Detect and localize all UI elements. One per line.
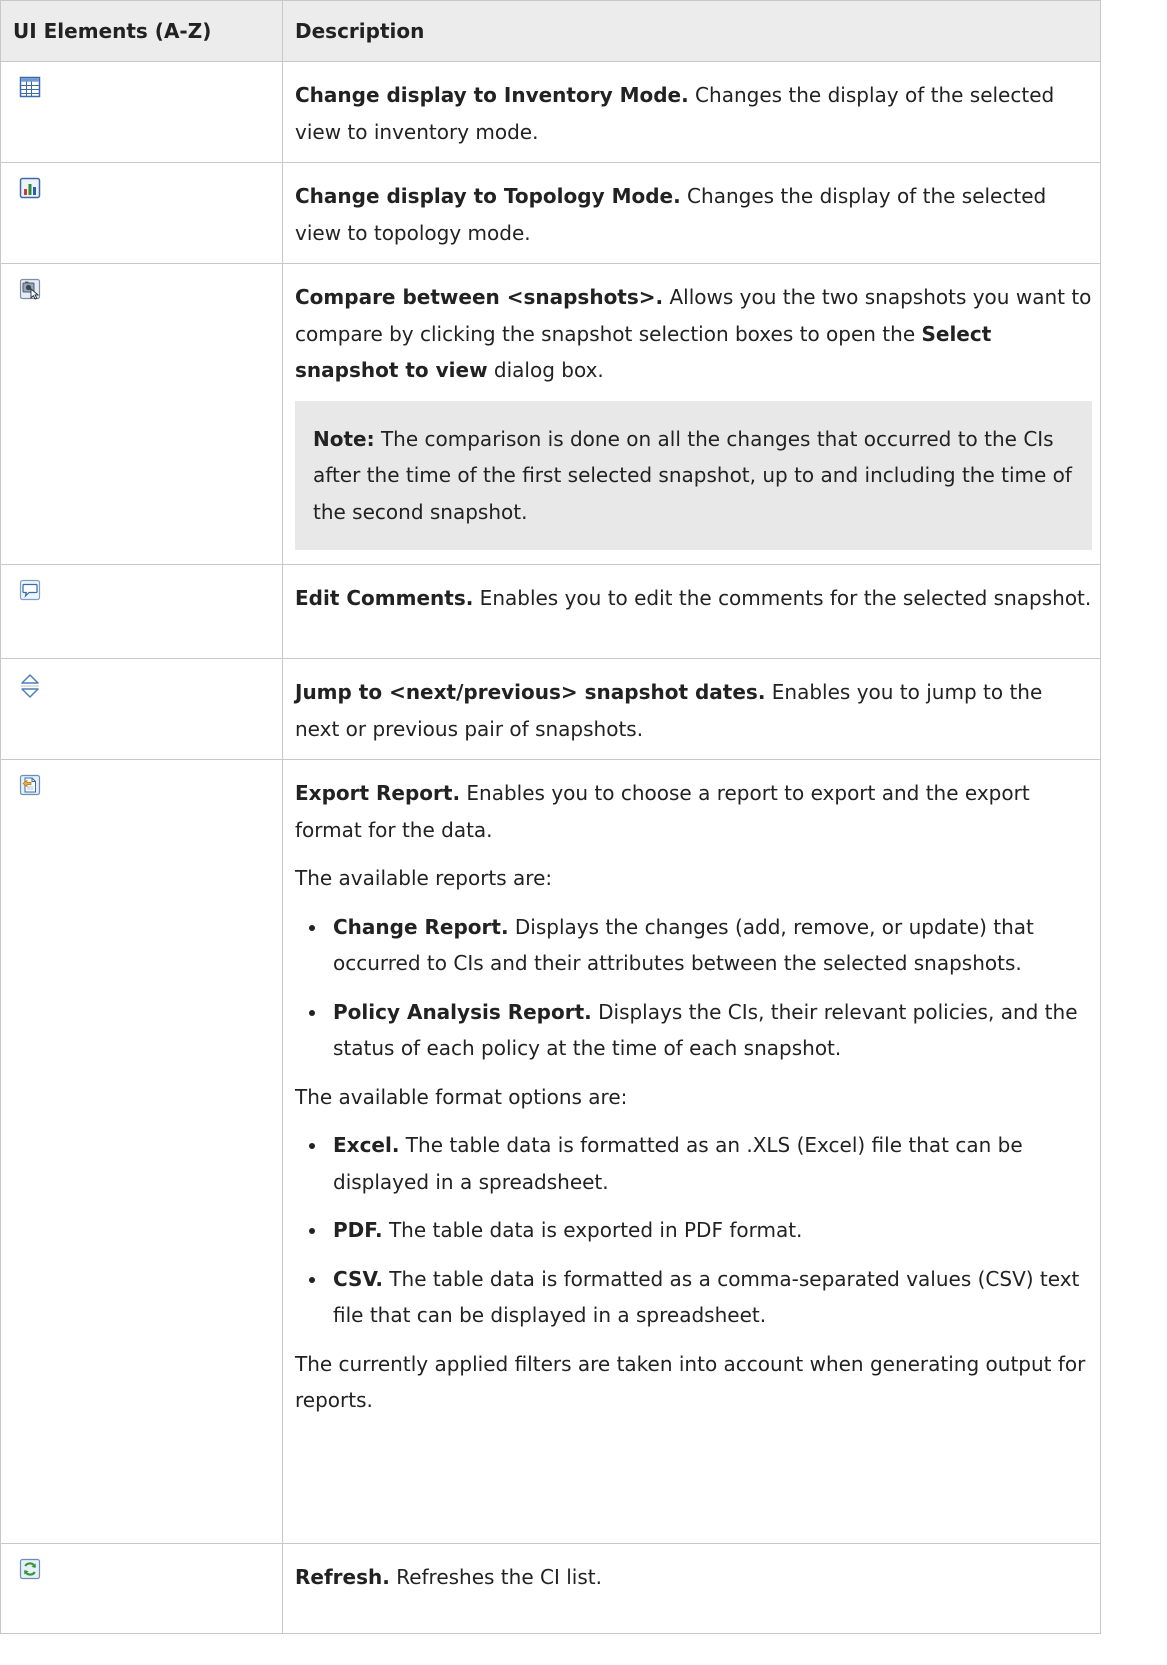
list-item-text: The table data is exported in PDF format… — [382, 1218, 803, 1242]
icon-cell — [0, 162, 283, 264]
closing-paragraph: The currently applied filters are taken … — [295, 1351, 1086, 1413]
table-row: Export Report. Enables you to choose a r… — [0, 759, 1101, 1544]
element-description: Refreshes the CI list. — [389, 1565, 602, 1589]
element-name: Change display to Inventory Mode. — [295, 83, 689, 107]
jump-up-down-arrows-icon — [19, 673, 41, 699]
note-box: Note: The comparison is done on all the … — [295, 400, 1092, 550]
table-row: Change display to Topology Mode. Changes… — [0, 162, 1101, 264]
table-row: Refresh. Refreshes the CI list. — [0, 1543, 1101, 1634]
formats-intro: The available format options are: — [295, 1084, 628, 1109]
table-row: Change display to Inventory Mode. Change… — [0, 61, 1101, 163]
list-item-name: Change Report. — [333, 914, 509, 939]
element-description: Enables you to edit the comments for the… — [473, 586, 1092, 610]
icon-cell — [0, 263, 283, 565]
column-header-ui-elements: UI Elements (A-Z) — [0, 0, 283, 62]
description-cell: Export Report. Enables you to choose a r… — [282, 759, 1101, 1544]
note-label: Note: — [313, 426, 375, 451]
refresh-icon — [19, 1558, 41, 1580]
table-row: Compare between <snapshots>. Allows you … — [0, 263, 1101, 565]
element-name: Change display to Topology Mode. — [295, 184, 681, 208]
export-report-icon — [19, 774, 41, 796]
icon-cell — [0, 759, 283, 1544]
element-name: Compare between <snapshots>. — [295, 285, 664, 309]
formats-list: Excel. The table data is formatted as an… — [295, 1127, 1092, 1334]
list-item-text: The table data is formatted as a comma-s… — [333, 1266, 1080, 1328]
note-text: The comparison is done on all the change… — [313, 426, 1072, 524]
list-item: Excel. The table data is formatted as an… — [295, 1127, 1092, 1200]
compare-paragraph: Compare between <snapshots>. Allows you … — [295, 279, 1092, 389]
icon-cell — [0, 61, 283, 163]
ui-elements-table: UI Elements (A-Z) Description Change dis… — [0, 0, 1101, 1634]
list-item: PDF. The table data is exported in PDF f… — [295, 1212, 1092, 1249]
topology-mode-chart-icon — [19, 177, 41, 199]
list-item-name: PDF. — [333, 1218, 383, 1242]
edit-comments-speech-bubble-icon — [19, 579, 41, 601]
table-row: Jump to <next/previous> snapshot dates. … — [0, 658, 1101, 760]
list-item-name: CSV. — [333, 1266, 383, 1291]
reports-intro: The available reports are: — [295, 866, 553, 890]
inventory-mode-grid-icon — [19, 76, 41, 98]
compare-snapshots-icon — [19, 278, 41, 300]
element-name: Refresh. — [295, 1565, 390, 1589]
list-item-text: The table data is formatted as an .XLS (… — [333, 1133, 1023, 1194]
column-header-description: Description — [282, 0, 1101, 62]
icon-cell — [0, 564, 283, 659]
list-item-name: Excel. — [333, 1133, 400, 1157]
description-cell: Change display to Topology Mode. Changes… — [282, 162, 1101, 264]
element-name: Jump to <next/previous> snapshot dates. — [295, 680, 766, 704]
icon-cell — [0, 658, 283, 760]
description-cell: Edit Comments. Enables you to edit the c… — [282, 564, 1101, 659]
list-item: CSV. The table data is formatted as a co… — [295, 1261, 1092, 1334]
list-item: Change Report. Displays the changes (add… — [295, 909, 1092, 982]
element-description-end: dialog box. — [487, 358, 604, 382]
icon-cell — [0, 1543, 283, 1634]
list-item-name: Policy Analysis Report. — [333, 999, 592, 1024]
description-cell: Change display to Inventory Mode. Change… — [282, 61, 1101, 163]
table-header-row: UI Elements (A-Z) Description — [0, 0, 1101, 62]
description-cell: Compare between <snapshots>. Allows you … — [282, 263, 1101, 565]
description-cell: Refresh. Refreshes the CI list. — [282, 1543, 1101, 1634]
description-cell: Jump to <next/previous> snapshot dates. … — [282, 658, 1101, 760]
element-name: Edit Comments. — [295, 586, 474, 610]
element-name: Export Report. — [295, 781, 461, 805]
export-paragraph: Export Report. Enables you to choose a r… — [295, 775, 1092, 848]
table-row: Edit Comments. Enables you to edit the c… — [0, 564, 1101, 659]
list-item: Policy Analysis Report. Displays the CIs… — [295, 994, 1092, 1067]
reports-list: Change Report. Displays the changes (add… — [295, 909, 1092, 1067]
